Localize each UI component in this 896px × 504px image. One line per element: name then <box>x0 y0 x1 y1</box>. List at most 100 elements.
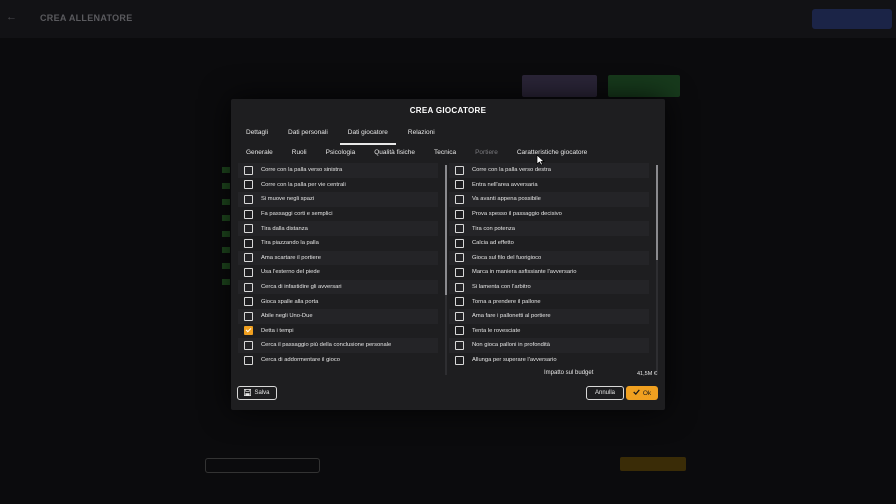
left-scrollbar[interactable] <box>445 165 447 375</box>
trait-label: Usa l'esterno del piede <box>261 269 320 276</box>
tab-dati-personali[interactable]: Dati personali <box>280 126 336 145</box>
right-scrollbar[interactable] <box>656 165 658 375</box>
trait-checkbox[interactable] <box>455 224 464 234</box>
check-icon <box>633 389 640 397</box>
trait-checkbox[interactable] <box>455 209 464 219</box>
tab-relazioni[interactable]: Relazioni <box>400 126 443 145</box>
background-marker <box>222 183 230 189</box>
left-trait-row[interactable]: Tira dalla distanza <box>238 221 438 236</box>
traits-list-right: Corre con la palla verso destra Entra nel… <box>449 163 649 368</box>
trait-checkbox[interactable] <box>455 355 464 365</box>
right-trait-row[interactable]: Corre con la palla verso destra <box>449 163 649 178</box>
trait-checkbox[interactable] <box>455 165 464 175</box>
left-trait-row[interactable]: Corre con la palla per vie centrali <box>238 177 438 193</box>
background-marker <box>222 215 230 221</box>
left-trait-row[interactable]: Ama scartare il portiere <box>238 250 438 266</box>
trait-checkbox[interactable] <box>244 194 253 204</box>
trait-checkbox[interactable] <box>244 326 253 336</box>
trait-label: Prova spesso il passaggio decisivo <box>472 211 562 218</box>
background-marker <box>222 263 230 269</box>
left-trait-row[interactable]: Cerca di infastidire gli avversari <box>238 279 438 295</box>
right-trait-row[interactable]: Calcia ad effetto <box>449 235 649 251</box>
trait-checkbox[interactable] <box>244 180 253 190</box>
trait-checkbox[interactable] <box>455 238 464 248</box>
tab-dettagli[interactable]: Dettagli <box>238 126 276 145</box>
background-marker <box>222 247 230 253</box>
right-trait-row[interactable]: Si lamenta con l'arbitro <box>449 279 649 295</box>
right-trait-row[interactable]: Va avanti appena possibile <box>449 192 649 207</box>
background-topbar <box>0 0 896 38</box>
right-trait-row[interactable]: Tira con potenza <box>449 221 649 236</box>
right-scrollbar-thumb[interactable] <box>656 165 658 260</box>
mouse-cursor-icon <box>536 153 545 171</box>
right-trait-row[interactable]: Entra nell'area avversaria <box>449 177 649 193</box>
right-trait-row[interactable]: Ama fare i pallonetti al portiere <box>449 308 649 324</box>
ok-button-label: Ok <box>642 389 652 397</box>
trait-checkbox[interactable] <box>244 267 253 277</box>
trait-label: Cerca di infastidire gli avversari <box>261 284 342 291</box>
trait-label: Calcia ad effetto <box>472 240 514 247</box>
left-trait-row[interactable]: Tira piazzando la palla <box>238 235 438 251</box>
left-trait-row[interactable]: Cerca il passaggio più della conclusione… <box>238 338 438 353</box>
background-topbar-button <box>812 9 892 29</box>
trait-checkbox[interactable] <box>244 297 253 307</box>
right-trait-row[interactable]: Tenta le rovesciate <box>449 323 649 339</box>
right-trait-row[interactable]: Non gioca palloni in profondità <box>449 338 649 353</box>
left-trait-row[interactable]: Detta i tempi <box>238 323 438 339</box>
trait-label: Corre con la palla verso sinistra <box>261 167 343 174</box>
trait-checkbox[interactable] <box>455 282 464 292</box>
trait-label: Tenta le rovesciate <box>472 327 521 334</box>
save-button[interactable]: Salva <box>237 386 277 400</box>
trait-checkbox[interactable] <box>244 311 253 321</box>
left-scrollbar-thumb[interactable] <box>445 165 447 295</box>
trait-checkbox[interactable] <box>455 180 464 190</box>
trait-label: Si lamenta con l'arbitro <box>472 284 531 291</box>
trait-label: Marca in maniera asfissiante l'avversari… <box>472 269 577 276</box>
trait-checkbox[interactable] <box>244 340 253 350</box>
left-trait-row[interactable]: Usa l'esterno del piede <box>238 265 438 280</box>
background-marker <box>222 279 230 285</box>
main-tabs: Dettagli Dati personali Dati giocatore R… <box>239 126 447 145</box>
trait-label: Ama scartare il portiere <box>261 254 321 261</box>
right-trait-row[interactable]: Prova spesso il passaggio decisivo <box>449 206 649 222</box>
trait-label: Tira piazzando la palla <box>261 240 319 247</box>
trait-label: Fa passaggi corti e semplici <box>261 211 333 218</box>
trait-checkbox[interactable] <box>455 340 464 350</box>
right-trait-row[interactable]: Gioca sul filo del fuorigioco <box>449 250 649 266</box>
trait-label: Torna a prendere il pallone <box>472 298 541 305</box>
tab-dati-giocatore[interactable]: Dati giocatore <box>339 126 397 145</box>
save-button-label: Salva <box>254 390 270 396</box>
trait-checkbox[interactable] <box>455 194 464 204</box>
left-trait-row[interactable]: Gioca spalle alla porta <box>238 294 438 309</box>
left-trait-row[interactable]: Corre con la palla verso sinistra <box>238 163 438 178</box>
trait-checkbox[interactable] <box>455 267 464 277</box>
trait-label: Tira dalla distanza <box>261 225 308 232</box>
right-trait-row[interactable]: Allunga per superare l'avversario <box>449 352 649 368</box>
trait-checkbox[interactable] <box>455 326 464 336</box>
right-trait-row[interactable]: Marca in maniera asfissiante l'avversari… <box>449 265 649 280</box>
trait-label: Tira con potenza <box>472 225 515 232</box>
trait-label: Gioca spalle alla porta <box>261 298 319 305</box>
trait-checkbox[interactable] <box>455 253 464 263</box>
left-trait-row[interactable]: Fa passaggi corti e semplici <box>238 206 438 222</box>
trait-label: Cerca di addormentare il gioco <box>261 357 340 364</box>
trait-checkbox[interactable] <box>244 165 253 175</box>
trait-checkbox[interactable] <box>244 253 253 263</box>
background-budget-box <box>522 75 597 97</box>
background-marker <box>222 231 230 237</box>
trait-checkbox[interactable] <box>455 297 464 307</box>
trait-checkbox[interactable] <box>244 224 253 234</box>
trait-checkbox[interactable] <box>244 355 253 365</box>
trait-checkbox[interactable] <box>244 282 253 292</box>
left-trait-row[interactable]: Cerca di addormentare il gioco <box>238 352 438 368</box>
left-trait-row[interactable]: Abile negli Uno-Due <box>238 308 438 324</box>
budget-impact-label: Impatto sul budget <box>544 370 594 376</box>
trait-checkbox[interactable] <box>455 311 464 321</box>
ok-button[interactable]: Ok <box>626 386 658 400</box>
trait-checkbox[interactable] <box>244 209 253 219</box>
background-gold-button <box>620 457 686 471</box>
cancel-button[interactable]: Annulla <box>586 386 624 400</box>
right-trait-row[interactable]: Torna a prendere il pallone <box>449 294 649 309</box>
left-trait-row[interactable]: Si muove negli spazi <box>238 192 438 207</box>
trait-checkbox[interactable] <box>244 238 253 248</box>
